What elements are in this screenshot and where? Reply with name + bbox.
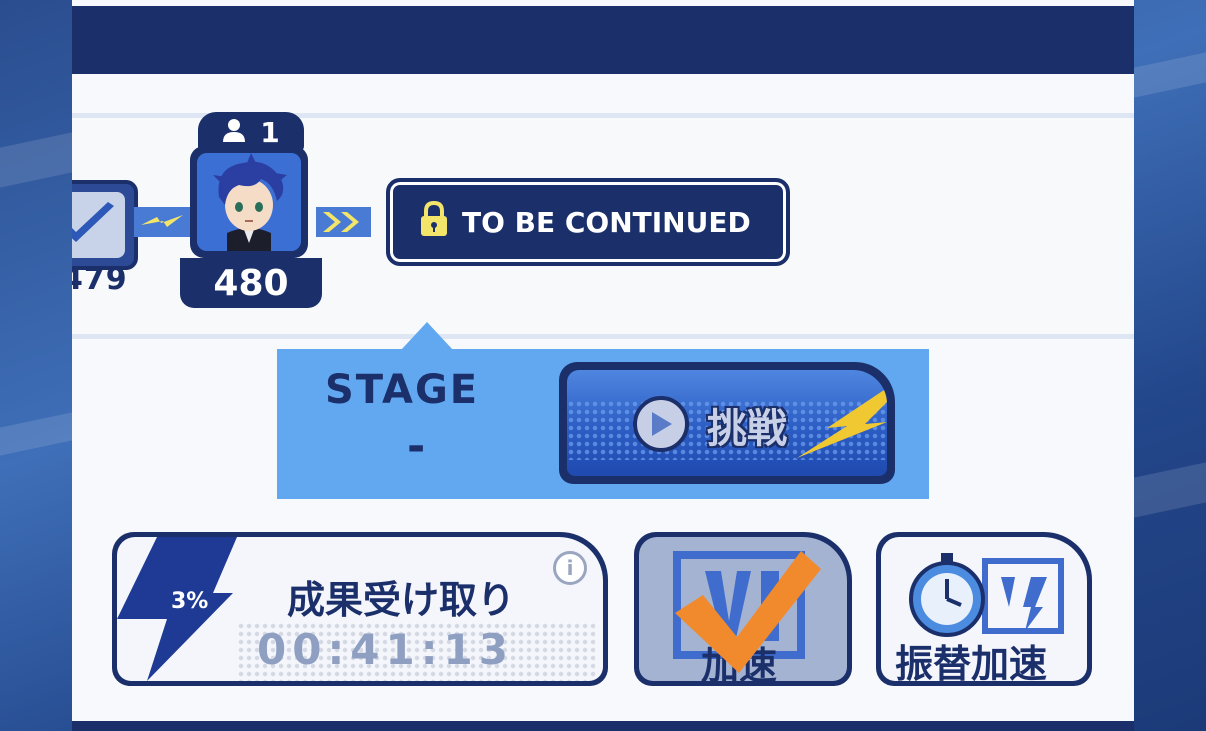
stopwatch-icon bbox=[909, 553, 1064, 637]
lock-icon bbox=[418, 200, 450, 244]
reward-timer: 00:41:13 bbox=[257, 625, 514, 674]
person-icon bbox=[222, 116, 246, 149]
background-stripe bbox=[0, 132, 72, 188]
play-icon bbox=[633, 396, 689, 452]
collect-rewards-button[interactable]: 3% 成果受け取り 00:41:13 i bbox=[112, 532, 608, 686]
stage-popup: STAGE - 挑戦 bbox=[277, 349, 929, 499]
panel-header bbox=[72, 6, 1134, 74]
popup-pointer bbox=[401, 322, 453, 350]
panel-footer bbox=[72, 721, 1134, 731]
transfer-speed-up-button[interactable]: 振替加速 bbox=[876, 532, 1092, 686]
stage-node-previous[interactable] bbox=[72, 180, 138, 270]
challenge-label: 挑戦 bbox=[707, 406, 787, 452]
info-icon[interactable]: i bbox=[553, 551, 587, 585]
character-avatar bbox=[197, 153, 301, 251]
player-count: 1 bbox=[260, 115, 280, 149]
current-stage-number: 480 bbox=[180, 258, 322, 308]
stage-map-panel: 479 1 480 TO BE CONTINUED STAGE - 挑戦 3% … bbox=[72, 0, 1134, 731]
lightning-connector-icon bbox=[134, 207, 190, 237]
to-be-continued-label: TO BE CONTINUED bbox=[462, 205, 751, 239]
background-stripe bbox=[1134, 52, 1206, 98]
chevron-connector-icon bbox=[316, 207, 371, 237]
background-stripe bbox=[0, 412, 72, 456]
lightning-bolt-icon bbox=[787, 388, 887, 462]
check-mark-icon bbox=[675, 551, 821, 673]
cleared-check-icon bbox=[72, 192, 125, 258]
previous-stage-number: 479 bbox=[72, 262, 128, 297]
stage-node-current[interactable] bbox=[190, 146, 308, 258]
background-stripe bbox=[1134, 462, 1206, 518]
stage-label: STAGE bbox=[325, 367, 480, 413]
to-be-continued-node: TO BE CONTINUED bbox=[386, 178, 790, 266]
transfer-speed-up-label: 振替加速 bbox=[895, 642, 1048, 681]
speed-up-button[interactable]: 加速 bbox=[634, 532, 852, 686]
collect-rewards-label: 成果受け取り bbox=[287, 578, 516, 622]
reward-percent: 3% bbox=[171, 589, 209, 614]
stage-value: - bbox=[407, 421, 426, 472]
challenge-button[interactable]: 挑戦 bbox=[559, 362, 895, 484]
